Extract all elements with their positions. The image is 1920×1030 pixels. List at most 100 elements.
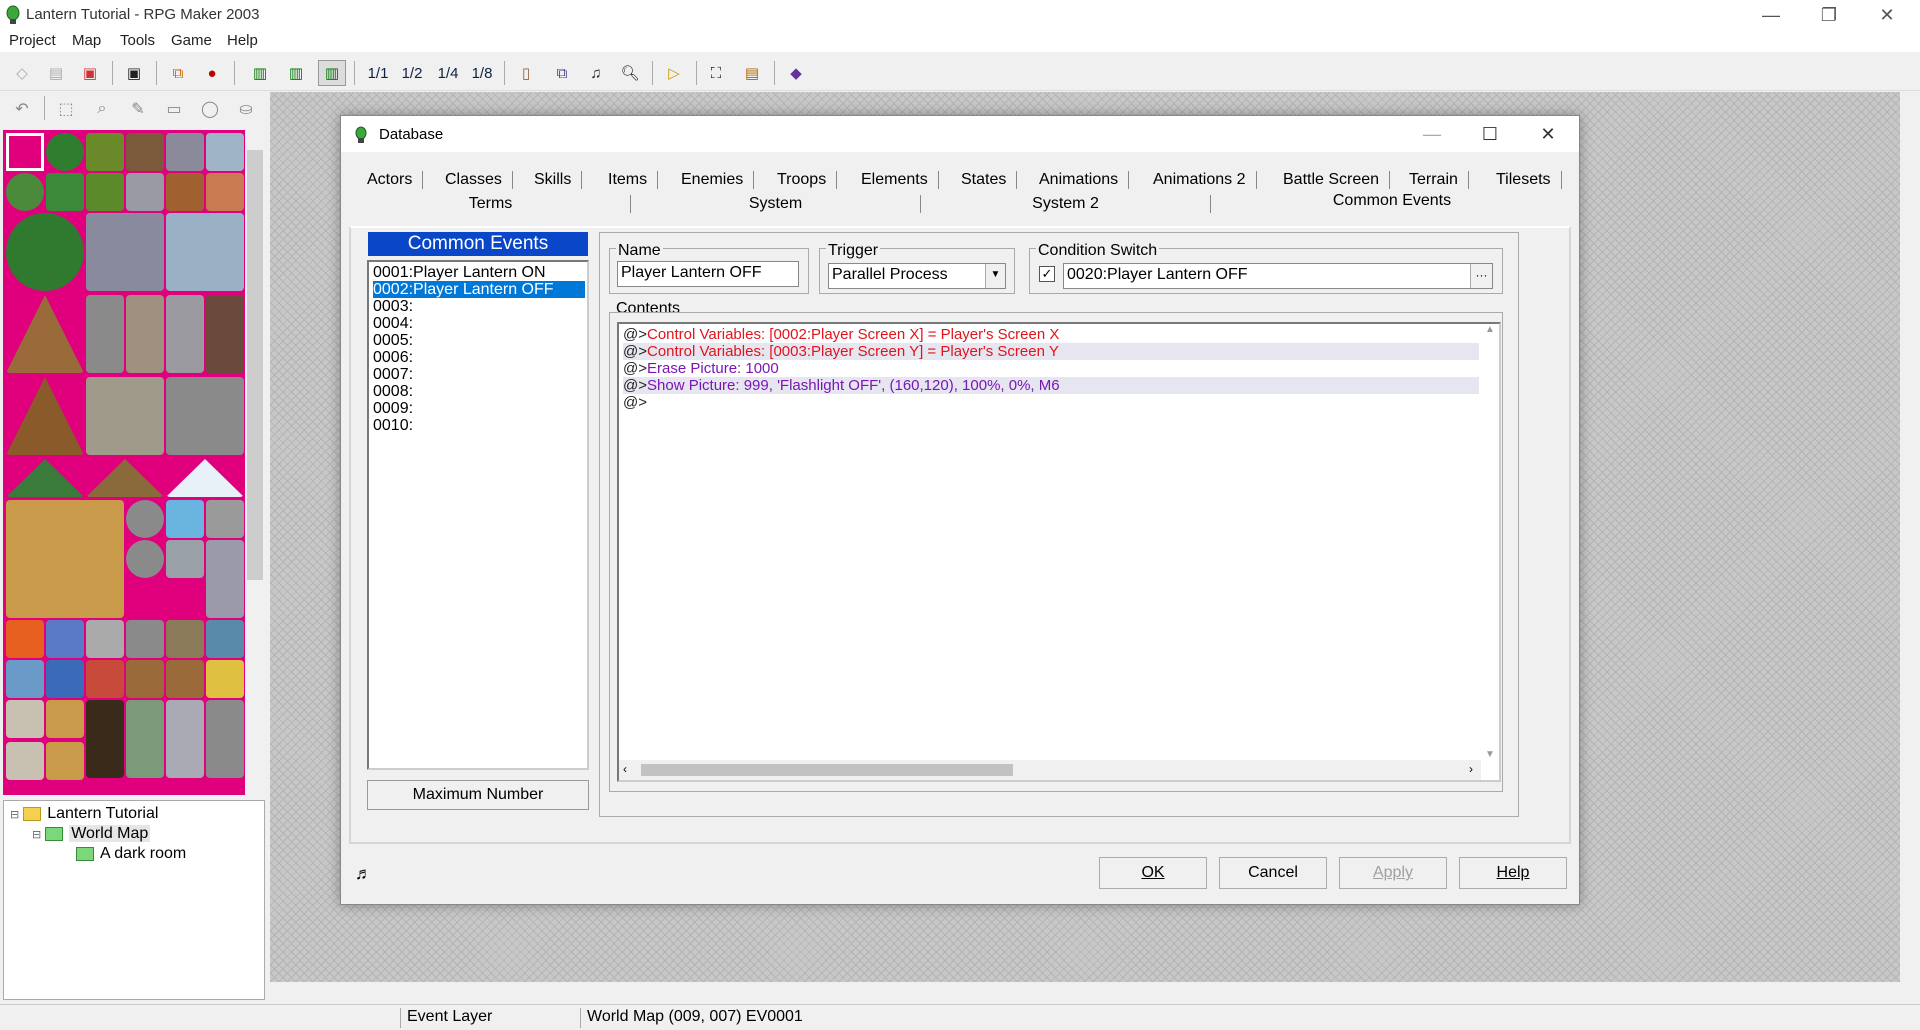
database-icon[interactable]: ▯	[512, 60, 540, 86]
castle-tile[interactable]	[166, 133, 204, 171]
town-tile[interactable]	[126, 173, 164, 211]
help-button[interactable]: Help	[1459, 857, 1567, 889]
tab-skills[interactable]: Skills	[524, 171, 583, 189]
fill-icon[interactable]: ⛀	[232, 96, 260, 122]
statue3-tile[interactable]	[166, 700, 204, 778]
name-field[interactable]: Player Lantern OFF	[617, 261, 799, 287]
dirt-hill-tile[interactable]	[86, 459, 164, 497]
big-castle-blue-tile[interactable]	[166, 213, 244, 291]
statue2-tile[interactable]	[126, 700, 164, 778]
hill-tile[interactable]	[6, 459, 84, 497]
new-project-icon[interactable]: ◇	[8, 60, 36, 86]
list-item[interactable]: 0001:Player Lantern ON	[373, 264, 585, 281]
palm2-tile[interactable]	[86, 173, 124, 211]
doorway-tile[interactable]	[86, 700, 124, 778]
scroll-thumb[interactable]	[641, 764, 1013, 776]
menu-map[interactable]: Map	[72, 32, 101, 49]
help-book-icon[interactable]: ◆	[782, 60, 810, 86]
zoom-icon[interactable]: ⌕	[88, 96, 116, 122]
window2-tile[interactable]	[6, 742, 44, 780]
cross-tile[interactable]	[206, 660, 244, 698]
tab-states[interactable]: States	[951, 171, 1018, 189]
tab-common-events[interactable]: Common Events	[1213, 192, 1571, 222]
list-item[interactable]: 0005:	[373, 332, 585, 349]
list-item[interactable]: 0010:	[373, 417, 585, 434]
tree-item-world-map[interactable]: ⊟ World Map	[32, 825, 151, 843]
bush-tile[interactable]	[6, 173, 44, 211]
tab-tilesets[interactable]: Tilesets	[1486, 171, 1562, 189]
fullscreen-icon[interactable]: ⛶	[702, 60, 730, 86]
volcano-tile[interactable]	[6, 377, 84, 455]
well-tile[interactable]	[126, 540, 164, 578]
tab-battle-screen[interactable]: Battle Screen	[1273, 171, 1391, 189]
tab-system[interactable]: System	[631, 195, 921, 213]
collapse-icon[interactable]: ⊟	[32, 829, 41, 841]
command-line[interactable]: @>Show Picture: 999, 'Flashlight OFF', (…	[623, 377, 1479, 394]
castle-blue-tile[interactable]	[206, 133, 244, 171]
fence-tile[interactable]	[6, 500, 124, 618]
pencil-icon[interactable]: ✎	[124, 96, 152, 122]
statue-tile[interactable]	[206, 540, 244, 618]
tree-tile[interactable]	[46, 133, 84, 171]
command-line[interactable]: @>Control Variables: [0002:Player Screen…	[623, 326, 1479, 343]
revert-icon[interactable]: ●	[198, 60, 226, 86]
tree-item-project[interactable]: ⊟ Lantern Tutorial	[10, 805, 158, 823]
tab-troops[interactable]: Troops	[767, 171, 838, 189]
tab-animations-2[interactable]: Animations 2	[1143, 171, 1257, 189]
grave-tile[interactable]	[166, 540, 204, 578]
tab-classes[interactable]: Classes	[435, 171, 513, 189]
playtest-icon[interactable]: ▷	[660, 60, 688, 86]
palette-scroll-thumb[interactable]	[247, 150, 263, 580]
ok-button[interactable]: OK	[1099, 857, 1207, 889]
palm-tile[interactable]	[86, 133, 124, 171]
save-icon[interactable]: ▣	[120, 60, 148, 86]
upper-layer-icon[interactable]: ▥	[282, 60, 310, 86]
common-events-list[interactable]: 0001:Player Lantern ON 0002:Player Lante…	[367, 260, 589, 770]
list-item[interactable]: 0008:	[373, 383, 585, 400]
big-castle-tile[interactable]	[86, 213, 164, 291]
inn-sign-tile[interactable]	[126, 660, 164, 698]
condition-switch-field[interactable]: 0020:Player Lantern OFF ···	[1063, 263, 1493, 289]
window-tile[interactable]	[6, 700, 44, 738]
crystal-tile[interactable]	[166, 500, 204, 538]
select-icon[interactable]: ⬚	[52, 96, 80, 122]
mountain-tile[interactable]	[6, 295, 84, 373]
ellipsis-button[interactable]: ···	[1470, 264, 1492, 288]
pub-sign-tile[interactable]	[166, 660, 204, 698]
selected-tile[interactable]	[6, 133, 44, 171]
rectangle-icon[interactable]: ▭	[160, 96, 188, 122]
tile-palette[interactable]	[3, 130, 245, 795]
command-line[interactable]: @>Control Variables: [0003:Player Screen…	[623, 343, 1479, 360]
contents-vertical-scrollbar[interactable]: ▲ ▼	[1481, 324, 1499, 760]
trigger-select[interactable]: Parallel Process ▼	[828, 263, 1006, 289]
lower-layer-icon[interactable]: ▥	[246, 60, 274, 86]
list-item[interactable]: 0004:	[373, 315, 585, 332]
painting-tile[interactable]	[6, 660, 44, 698]
tab-system-2[interactable]: System 2	[921, 195, 1211, 213]
condition-checkbox[interactable]: ✓	[1039, 266, 1055, 282]
small-tile[interactable]	[86, 620, 124, 658]
list-item[interactable]: 0009:	[373, 400, 585, 417]
menu-game[interactable]: Game	[171, 32, 212, 49]
menu-help[interactable]: Help	[227, 32, 258, 49]
music-note-icon[interactable]: ♬	[355, 864, 372, 884]
painting3-tile[interactable]	[86, 660, 124, 698]
circle-icon[interactable]: ◯	[196, 96, 224, 122]
chevron-down-icon[interactable]: ▼	[985, 264, 1005, 288]
armor-tile[interactable]	[206, 620, 244, 658]
menu-tools[interactable]: Tools	[120, 32, 155, 49]
fire-tile[interactable]	[6, 620, 44, 658]
undo-draw-icon[interactable]: ↶	[8, 96, 36, 122]
tower-tile[interactable]	[86, 295, 124, 373]
tab-enemies[interactable]: Enemies	[671, 171, 755, 189]
scroll-right-icon[interactable]: ›	[1469, 762, 1473, 776]
command-line-empty[interactable]: @>	[623, 394, 1479, 411]
zoom-1-1-icon[interactable]: 1/1	[364, 60, 392, 86]
scroll-up-icon[interactable]: ▲	[1481, 324, 1499, 335]
music-icon[interactable]: ♫	[582, 60, 610, 86]
cactus-tile[interactable]	[46, 173, 84, 211]
tower2-tile[interactable]	[126, 295, 164, 373]
tower3-tile[interactable]	[166, 295, 204, 373]
apply-button[interactable]: Apply	[1339, 857, 1447, 889]
list-item[interactable]: 0007:	[373, 366, 585, 383]
